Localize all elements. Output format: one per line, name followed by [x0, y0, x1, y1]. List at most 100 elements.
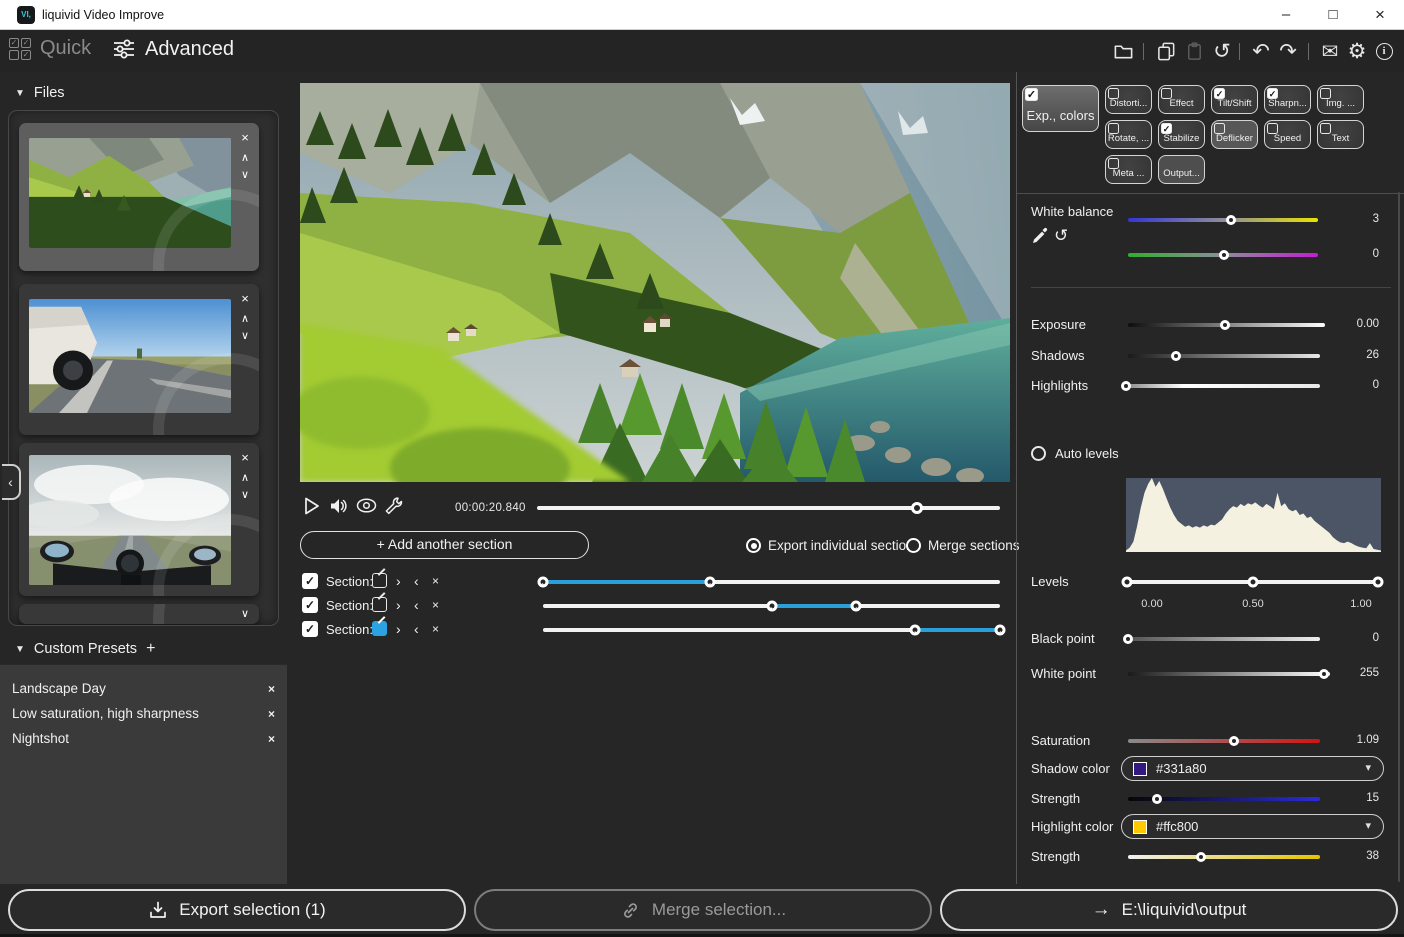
section-start-handle[interactable]: ›: [910, 625, 921, 636]
highlight-strength-slider[interactable]: [1128, 855, 1320, 859]
play-button[interactable]: [303, 496, 321, 521]
filter-distortion[interactable]: ✓Distorti...: [1105, 85, 1152, 114]
scroll-more-icon[interactable]: ∨: [237, 606, 253, 622]
filter-tilt-shift[interactable]: ✓Tilt/Shift: [1211, 85, 1258, 114]
filter-text[interactable]: ✓Text: [1317, 120, 1364, 149]
feedback-button[interactable]: ✉: [1317, 38, 1343, 64]
thumbnail-1-move-down-icon[interactable]: ∨: [237, 167, 253, 183]
section-next-icon[interactable]: ›: [396, 573, 401, 589]
auto-levels-checkbox-icon[interactable]: [1031, 446, 1046, 461]
duplicate-button[interactable]: [1153, 38, 1179, 64]
tools-button[interactable]: [383, 496, 403, 521]
open-folder-button[interactable]: [1110, 38, 1136, 64]
panel-scrollbar[interactable]: [1398, 192, 1400, 882]
levels-mid-handle[interactable]: [1247, 577, 1258, 588]
merge-sections-radio[interactable]: Merge sections: [906, 538, 1020, 553]
black-point-handle[interactable]: [1123, 634, 1133, 644]
wb-tint-slider[interactable]: [1128, 253, 1318, 257]
thumbnail-2-move-up-icon[interactable]: ∧: [237, 311, 253, 327]
redo-button[interactable]: ↷: [1275, 38, 1301, 64]
shadows-handle[interactable]: [1171, 351, 1181, 361]
thumbnail-3-move-up-icon[interactable]: ∧: [237, 470, 253, 486]
maximize-button[interactable]: □: [1310, 0, 1356, 30]
preset-delete-icon[interactable]: ×: [268, 727, 275, 751]
preview-toggle-button[interactable]: [356, 498, 377, 518]
reset-button[interactable]: ↺: [1209, 38, 1235, 64]
section-start-handle[interactable]: ›: [538, 577, 549, 588]
preset-item[interactable]: Low saturation, high sharpness ×: [12, 702, 275, 726]
white-point-handle[interactable]: [1319, 669, 1329, 679]
seek-handle[interactable]: [911, 502, 923, 514]
settings-button[interactable]: ⚙: [1344, 38, 1370, 64]
tab-advanced[interactable]: Advanced: [112, 37, 234, 61]
paste-button[interactable]: [1181, 38, 1207, 64]
mute-button[interactable]: [329, 496, 350, 521]
section-prev-icon[interactable]: ‹: [414, 621, 419, 637]
seek-slider[interactable]: [537, 506, 1000, 510]
shadow-strength-slider[interactable]: [1128, 797, 1320, 801]
wb-temperature-slider[interactable]: [1128, 218, 1318, 222]
thumbnail-2-move-down-icon[interactable]: ∨: [237, 328, 253, 344]
levels-low-handle[interactable]: [1122, 577, 1133, 588]
section-prev-icon[interactable]: ‹: [414, 597, 419, 613]
highlights-slider[interactable]: [1126, 384, 1320, 388]
levels-high-handle[interactable]: [1373, 577, 1384, 588]
file-thumbnail-4-partial[interactable]: ∨: [19, 604, 259, 624]
preset-item[interactable]: Landscape Day ×: [12, 677, 275, 701]
add-section-button[interactable]: + Add another section: [300, 531, 589, 559]
output-folder-button[interactable]: → E:\liquivid\output: [940, 889, 1398, 931]
file-thumbnail-1[interactable]: × ∧ ∨: [19, 123, 259, 271]
filter-speed[interactable]: ✓Speed: [1264, 120, 1311, 149]
preset-delete-icon[interactable]: ×: [268, 702, 275, 726]
auto-levels-toggle[interactable]: Auto levels: [1031, 446, 1119, 461]
sidebar-collapse-handle[interactable]: ‹: [2, 464, 21, 500]
filter-sharpen[interactable]: ✓Sharpn...: [1264, 85, 1311, 114]
export-individual-radio[interactable]: Export individual sections: [746, 538, 920, 553]
section-prev-icon[interactable]: ‹: [414, 573, 419, 589]
checkbox-checked-icon[interactable]: ✓: [1025, 88, 1038, 101]
section-end-handle[interactable]: ‹: [704, 577, 715, 588]
undo-button[interactable]: ↶: [1248, 38, 1274, 64]
white-point-slider[interactable]: [1128, 672, 1330, 676]
exposure-handle[interactable]: [1220, 320, 1230, 330]
about-button[interactable]: i: [1371, 38, 1397, 64]
exposure-slider[interactable]: [1128, 323, 1325, 327]
saturation-slider[interactable]: [1128, 739, 1320, 743]
section-delete-icon[interactable]: ×: [432, 621, 439, 637]
filter-output[interactable]: ✓Output...: [1158, 155, 1205, 184]
highlights-handle[interactable]: [1121, 381, 1131, 391]
thumbnail-1-close-icon[interactable]: ×: [237, 130, 253, 146]
thumbnail-3-close-icon[interactable]: ×: [237, 450, 253, 466]
section-edit-icon[interactable]: [372, 597, 387, 612]
section-range-slider[interactable]: › ‹: [543, 628, 1000, 632]
filter-stabilize[interactable]: ✓Stabilize: [1158, 120, 1205, 149]
levels-slider[interactable]: [1127, 580, 1378, 584]
presets-section-header[interactable]: ▼ Custom Presets +: [15, 640, 155, 658]
preset-delete-icon[interactable]: ×: [268, 677, 275, 701]
wb-reset-button[interactable]: ↺: [1054, 226, 1068, 246]
section-edit-icon-active[interactable]: [372, 621, 387, 636]
thumbnail-1-move-up-icon[interactable]: ∧: [237, 150, 253, 166]
file-thumbnail-2[interactable]: × ∧ ∨: [19, 284, 259, 435]
merge-selection-button[interactable]: Merge selection...: [474, 889, 932, 931]
black-point-slider[interactable]: [1128, 637, 1320, 641]
thumbnail-2-close-icon[interactable]: ×: [237, 291, 253, 307]
export-selection-button[interactable]: Export selection (1): [8, 889, 466, 931]
wb-tint-handle[interactable]: [1219, 250, 1229, 260]
highlight-color-dropdown[interactable]: #ffc800 ▾: [1121, 814, 1384, 839]
minimize-button[interactable]: –: [1263, 0, 1309, 30]
section-next-icon[interactable]: ›: [396, 597, 401, 613]
files-section-header[interactable]: ▼ Files: [15, 85, 65, 101]
filter-meta[interactable]: ✓Meta ...: [1105, 155, 1152, 184]
highlight-strength-handle[interactable]: [1196, 852, 1206, 862]
section-end-handle[interactable]: ‹: [995, 625, 1006, 636]
section-checkbox[interactable]: ✓: [302, 597, 318, 613]
filter-img[interactable]: ✓Img. ...: [1317, 85, 1364, 114]
section-start-handle[interactable]: ›: [766, 601, 777, 612]
section-delete-icon[interactable]: ×: [432, 597, 439, 613]
filter-effect[interactable]: ✓Effect: [1158, 85, 1205, 114]
file-thumbnail-3[interactable]: × ∧ ∨: [19, 443, 259, 596]
wb-temperature-handle[interactable]: [1226, 215, 1236, 225]
section-end-handle[interactable]: ‹: [851, 601, 862, 612]
add-preset-button[interactable]: +: [146, 640, 155, 658]
